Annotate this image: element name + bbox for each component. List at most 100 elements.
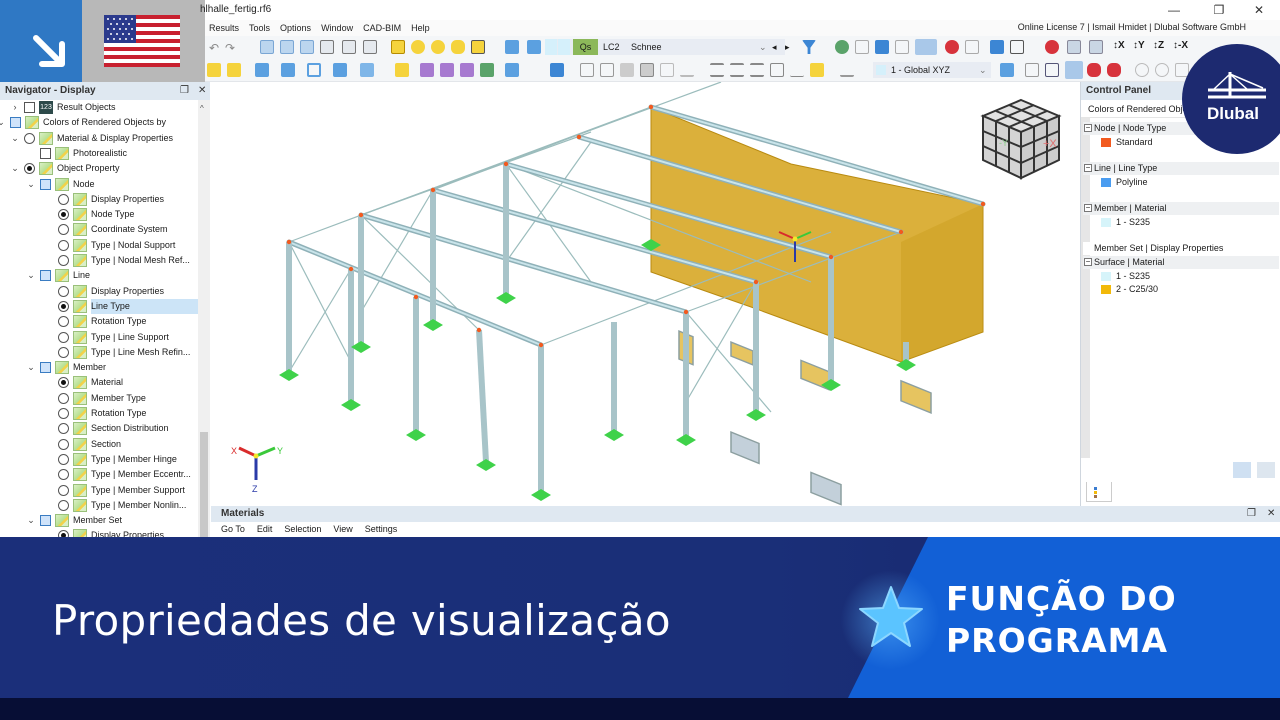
support-symbol[interactable] (476, 459, 496, 471)
align3-icon[interactable] (750, 63, 764, 77)
tree-item[interactable]: Section (0, 437, 198, 452)
chevron-down-icon[interactable]: ⌄ (26, 268, 36, 283)
radio-button[interactable] (58, 300, 69, 312)
surface-tool2-icon[interactable] (333, 63, 347, 77)
filter-clear-icon[interactable] (802, 40, 816, 54)
tree-item[interactable]: Display Properties (0, 284, 198, 299)
load-tool-icon[interactable] (480, 63, 494, 77)
anchor-icon[interactable] (660, 63, 674, 77)
node-point[interactable] (358, 212, 364, 218)
menu-window[interactable]: Window (321, 20, 353, 36)
target-icon[interactable] (431, 40, 445, 54)
support-tool-icon[interactable] (395, 63, 409, 77)
load-case-selector[interactable]: Qs LC2 Schnee ⌄ (545, 39, 785, 55)
tree-item[interactable]: Rotation Type (0, 314, 198, 329)
tree-item[interactable]: ⌄ Node (0, 177, 198, 192)
tree-item[interactable]: ⌄ Material & Display Properties (0, 131, 198, 146)
dimension-icon[interactable] (207, 63, 221, 77)
view-3d-icon[interactable] (1067, 40, 1081, 54)
section-icon[interactable] (990, 40, 1004, 54)
support-symbol[interactable] (423, 319, 443, 331)
radio-button[interactable] (58, 224, 69, 236)
tree-item[interactable]: Type | Member Hinge (0, 452, 198, 467)
checkbox[interactable] (40, 147, 51, 159)
node-point[interactable] (828, 254, 834, 260)
radio-button[interactable] (58, 285, 69, 297)
radio-button[interactable] (58, 423, 69, 435)
radio-button[interactable] (58, 392, 69, 404)
checkbox[interactable] (24, 102, 35, 113)
slope-icon[interactable] (680, 63, 694, 77)
radio-button[interactable] (58, 331, 69, 343)
support-symbol[interactable] (531, 489, 551, 501)
checkbox[interactable] (40, 270, 51, 282)
redo-icon[interactable]: ↷ (225, 41, 239, 55)
collapse-icon[interactable]: − (1084, 124, 1092, 132)
tree-item[interactable]: ⌄ Member Set (0, 513, 198, 528)
chevron-down-icon[interactable]: ⌄ (759, 39, 767, 55)
tree-item[interactable]: Section Distribution (0, 421, 198, 436)
solid-tool-icon[interactable] (360, 63, 374, 77)
support-symbol[interactable] (496, 292, 516, 304)
filter-icon[interactable] (550, 63, 564, 77)
cube-face-neg-y[interactable]: -Y (999, 138, 1008, 148)
support-symbol[interactable] (406, 429, 426, 441)
radio-button[interactable] (58, 346, 69, 358)
radio-button[interactable] (58, 209, 69, 221)
menu-selection[interactable]: Selection (284, 524, 321, 534)
tree-item[interactable]: › 123 Result Objects (0, 100, 198, 115)
tree-item[interactable]: Type | Nodal Mesh Ref... (0, 253, 198, 268)
legend-tab[interactable] (1086, 482, 1112, 502)
surface-tool-icon[interactable] (391, 40, 405, 54)
curve-icon[interactable] (600, 63, 614, 77)
menu-cad-bim[interactable]: CAD-BIM (363, 20, 401, 36)
zoom-clear-icon[interactable] (1045, 40, 1059, 54)
radio-button[interactable] (58, 438, 69, 450)
checkbox[interactable] (10, 117, 21, 129)
structure-model[interactable] (211, 81, 1079, 506)
view-iso-icon[interactable] (1089, 40, 1103, 54)
tree-item[interactable]: Type | Member Support (0, 483, 198, 498)
prev-load-case-icon[interactable]: ◂ (772, 39, 777, 55)
legend-section-header[interactable]: − Line | Line Type (1083, 162, 1279, 175)
close-button[interactable]: ✕ (1244, 2, 1274, 18)
node-point[interactable] (753, 279, 759, 285)
plate-icon[interactable] (620, 63, 634, 77)
undo-icon[interactable]: ↶ (209, 41, 223, 55)
render-wire-icon[interactable] (1087, 63, 1101, 77)
us-flag-icon[interactable] (104, 15, 180, 67)
tree-item[interactable]: Type | Line Mesh Refin... (0, 345, 198, 360)
navigator-scroll-thumb[interactable] (200, 432, 208, 537)
legend-section-header[interactable]: − Member | Material (1083, 202, 1279, 215)
orbit-icon[interactable] (1155, 63, 1169, 77)
node-point[interactable] (413, 294, 419, 300)
chevron-down-icon[interactable]: ⌄ (26, 177, 36, 192)
color-scale-icon[interactable] (300, 40, 314, 54)
radio-button[interactable] (58, 239, 69, 251)
menu-options[interactable]: Options (280, 20, 311, 36)
node-point[interactable] (286, 239, 292, 245)
tree-item[interactable]: Coordinate System (0, 222, 198, 237)
visibility-icon[interactable] (835, 40, 849, 54)
frame-select-icon[interactable] (471, 40, 485, 54)
align-icon[interactable] (710, 63, 724, 77)
tree-item[interactable]: Type | Line Support (0, 330, 198, 345)
node-point[interactable] (538, 342, 544, 348)
node-point[interactable] (898, 229, 904, 235)
radio-button[interactable] (24, 163, 35, 175)
box-icon[interactable] (640, 63, 654, 77)
chevron-down-icon[interactable]: ⌄ (0, 115, 6, 130)
tree-item[interactable]: Photorealistic (0, 146, 198, 161)
radio-button[interactable] (58, 469, 69, 481)
tree-item[interactable]: ⌄ Object Property (0, 161, 198, 176)
coordinate-system-select[interactable]: 1 - Global XYZ ⌄ (873, 62, 991, 78)
rotate-icon[interactable] (1135, 63, 1149, 77)
minimize-button[interactable]: — (1159, 2, 1189, 18)
radio-button[interactable] (58, 193, 69, 205)
coordinates-icon[interactable] (227, 63, 241, 77)
collapse-icon[interactable]: − (1084, 204, 1092, 212)
work-plane-icon[interactable] (1000, 63, 1014, 77)
menu-settings[interactable]: Settings (365, 524, 398, 534)
close-panel-icon[interactable]: ✕ (198, 82, 206, 100)
grid-view-icon[interactable] (280, 40, 294, 54)
